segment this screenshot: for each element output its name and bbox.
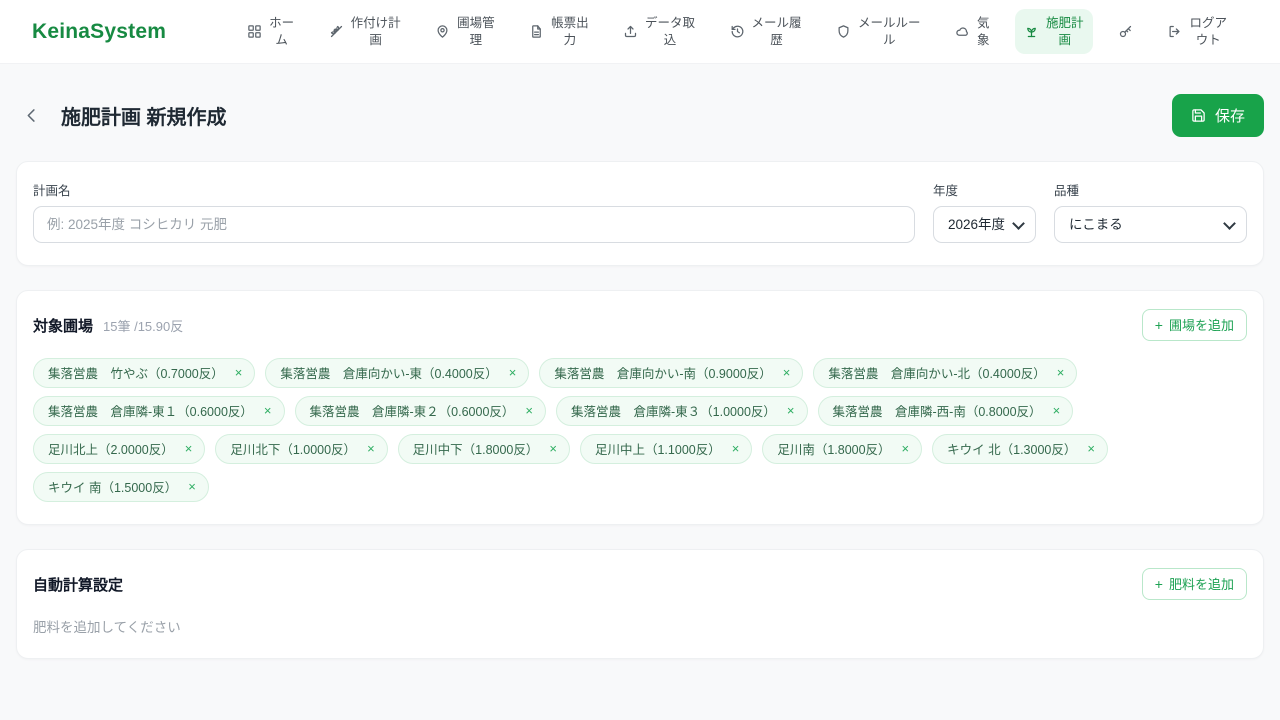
remove-field-icon[interactable]: × xyxy=(783,366,791,379)
plan-form-card: 計画名 年度 2026年度 品種 にこまる xyxy=(16,161,1264,266)
nav-item-fertilization-plan[interactable]: 施肥計 画 xyxy=(1014,8,1093,55)
field-tag: 集落営農 倉庫向かい-東（0.4000反） × xyxy=(265,358,530,388)
remove-field-icon[interactable]: × xyxy=(525,404,533,417)
nav-item-planting-plan[interactable]: 作付け計 画 xyxy=(320,9,410,55)
remove-field-icon[interactable]: × xyxy=(549,442,557,455)
field-tag: 集落営農 竹やぶ（0.7000反） × xyxy=(33,358,256,388)
nav-item-key[interactable] xyxy=(1109,18,1142,45)
variety-select[interactable]: にこまる xyxy=(1054,206,1247,243)
sprout-icon xyxy=(1024,24,1039,39)
field-tag: 足川中下（1.8000反） × xyxy=(397,434,570,464)
remove-field-icon[interactable]: × xyxy=(509,366,517,379)
plan-name-input[interactable] xyxy=(33,206,915,243)
remove-field-icon[interactable]: × xyxy=(185,442,193,455)
shield-icon xyxy=(836,24,851,39)
add-field-button[interactable]: + 圃場を追加 xyxy=(1141,309,1247,341)
field-tag-label: 集落営農 倉庫向かい-北（0.4000反） xyxy=(828,367,1046,381)
app-logo: KeinaSystem xyxy=(32,19,167,43)
variety-label: 品種 xyxy=(1054,184,1080,198)
save-button-label: 保存 xyxy=(1214,108,1245,125)
field-tag: 足川南（1.8000反） × xyxy=(762,434,923,464)
remove-field-icon[interactable]: × xyxy=(1053,404,1061,417)
field-tag: 集落営農 倉庫隣-東１（0.6000反） × xyxy=(33,396,285,426)
back-button[interactable] xyxy=(18,102,45,129)
year-label: 年度 xyxy=(933,184,959,198)
page-title-row: 施肥計画 新規作成 保存 xyxy=(0,64,1280,161)
field-tag: 集落営農 倉庫隣-西-南（0.8000反） × xyxy=(817,396,1074,426)
main-nav: ホー ム 作付け計 画 圃場管 理 帳票出 力 データ取 込 メール履 歴 メー… xyxy=(238,8,1236,55)
fertilizer-empty-text: 肥料を追加してください xyxy=(33,620,181,635)
map-pin-icon xyxy=(435,24,450,39)
field-tag-label: 足川中上（1.1000反） xyxy=(594,443,721,457)
field-tag: 足川北下（1.0000反） × xyxy=(215,434,388,464)
remove-field-icon[interactable]: × xyxy=(732,442,740,455)
field-tag-label: 集落営農 倉庫隣-西-南（0.8000反） xyxy=(832,405,1042,419)
field-tag-label: 集落営農 倉庫隣-東２（0.6000反） xyxy=(309,405,515,419)
nav-item-logout[interactable]: ログア ウト xyxy=(1158,9,1236,55)
field-tag: 集落営農 倉庫向かい-北（0.4000反） × xyxy=(813,358,1078,388)
field-tag-label: 集落営農 竹やぶ（0.7000反） xyxy=(48,367,224,381)
add-fertilizer-button-label: 肥料を追加 xyxy=(1168,577,1234,592)
field-tag-label: 足川中下（1.8000反） xyxy=(412,443,539,457)
nav-item-home[interactable]: ホー ム xyxy=(238,9,303,55)
grid-icon xyxy=(247,24,262,39)
nav-item-field-management[interactable]: 圃場管 理 xyxy=(426,9,504,55)
app-header: KeinaSystem ホー ム 作付け計 画 圃場管 理 帳票出 力 データ取… xyxy=(0,0,1280,64)
upload-icon xyxy=(623,24,638,39)
field-tag-label: 足川北下（1.0000反） xyxy=(230,443,357,457)
nav-item-data-import[interactable]: データ取 込 xyxy=(614,9,704,55)
cloud-icon xyxy=(955,24,970,39)
nav-item-mail-rules[interactable]: メールルー ル xyxy=(827,9,930,55)
field-tag: 足川北上（2.0000反） × xyxy=(33,434,206,464)
field-tag-label: 集落営農 倉庫隣-東３（1.0000反） xyxy=(571,405,776,419)
logout-icon xyxy=(1167,24,1182,39)
field-tag: キウイ 南（1.5000反） × xyxy=(33,472,209,502)
remove-field-icon[interactable]: × xyxy=(264,404,272,417)
save-button[interactable]: 保存 xyxy=(1171,94,1264,137)
field-tag: 集落営農 倉庫隣-東２（0.6000反） × xyxy=(294,396,546,426)
plus-icon: + xyxy=(1154,575,1163,592)
field-tag-label: 集落営農 倉庫隣-東１（0.6000反） xyxy=(48,405,253,419)
field-tag: 集落営農 倉庫隣-東３（1.0000反） × xyxy=(556,396,808,426)
remove-field-icon[interactable]: × xyxy=(902,442,910,455)
add-fertilizer-button[interactable]: + 肥料を追加 xyxy=(1141,568,1247,600)
field-tag-label: キウイ 南（1.5000反） xyxy=(48,481,178,495)
key-icon xyxy=(1118,24,1133,39)
remove-field-icon[interactable]: × xyxy=(235,366,243,379)
nav-item-weather[interactable]: 気 象 xyxy=(946,9,999,55)
remove-field-icon[interactable]: × xyxy=(367,442,375,455)
history-icon xyxy=(730,24,745,39)
variety-select-wrap: にこまる xyxy=(1054,206,1247,243)
wheat-icon xyxy=(329,24,344,39)
remove-field-icon[interactable]: × xyxy=(1087,442,1095,455)
page-title: 施肥計画 新規作成 xyxy=(61,107,227,129)
field-tag-label: キウイ 北（1.3000反） xyxy=(947,443,1077,457)
remove-field-icon[interactable]: × xyxy=(787,404,795,417)
remove-field-icon[interactable]: × xyxy=(1057,366,1065,379)
year-select[interactable]: 2026年度 xyxy=(933,206,1036,243)
field-tag-label: 足川北上（2.0000反） xyxy=(48,443,174,457)
field-tag-list: 集落営農 竹やぶ（0.7000反） × 集落営農 倉庫向かい-東（0.4000反… xyxy=(33,358,1247,502)
plus-icon: + xyxy=(1154,316,1163,333)
target-fields-card: 対象圃場 15筆 /15.90反 + 圃場を追加 集落営農 竹やぶ（0.7000… xyxy=(16,290,1264,525)
nav-item-report-output[interactable]: 帳票出 力 xyxy=(520,9,598,55)
field-tag: キウイ 北（1.3000反） × xyxy=(932,434,1108,464)
auto-calc-card: 自動計算設定 + 肥料を追加 肥料を追加してください xyxy=(16,549,1264,659)
chevron-left-icon xyxy=(22,106,41,125)
field-tag-label: 足川南（1.8000反） xyxy=(777,443,891,457)
year-select-wrap: 2026年度 xyxy=(933,206,1036,243)
field-tag-label: 集落営農 倉庫向かい-東（0.4000反） xyxy=(280,367,498,381)
document-icon xyxy=(529,24,544,39)
field-tag: 足川中上（1.1000反） × xyxy=(579,434,753,464)
field-tag: 集落営農 倉庫向かい-南（0.9000反） × xyxy=(539,358,804,388)
target-fields-summary: 15筆 /15.90反 xyxy=(103,318,184,334)
plan-name-label: 計画名 xyxy=(33,184,71,198)
save-icon xyxy=(1191,108,1206,123)
target-fields-title: 対象圃場 xyxy=(33,317,94,335)
remove-field-icon[interactable]: × xyxy=(188,480,196,493)
auto-calc-title: 自動計算設定 xyxy=(33,576,124,594)
field-tag-label: 集落営農 倉庫向かい-南（0.9000反） xyxy=(554,367,772,381)
add-field-button-label: 圃場を追加 xyxy=(1168,318,1234,333)
nav-item-mail-history[interactable]: メール履 歴 xyxy=(721,9,811,55)
